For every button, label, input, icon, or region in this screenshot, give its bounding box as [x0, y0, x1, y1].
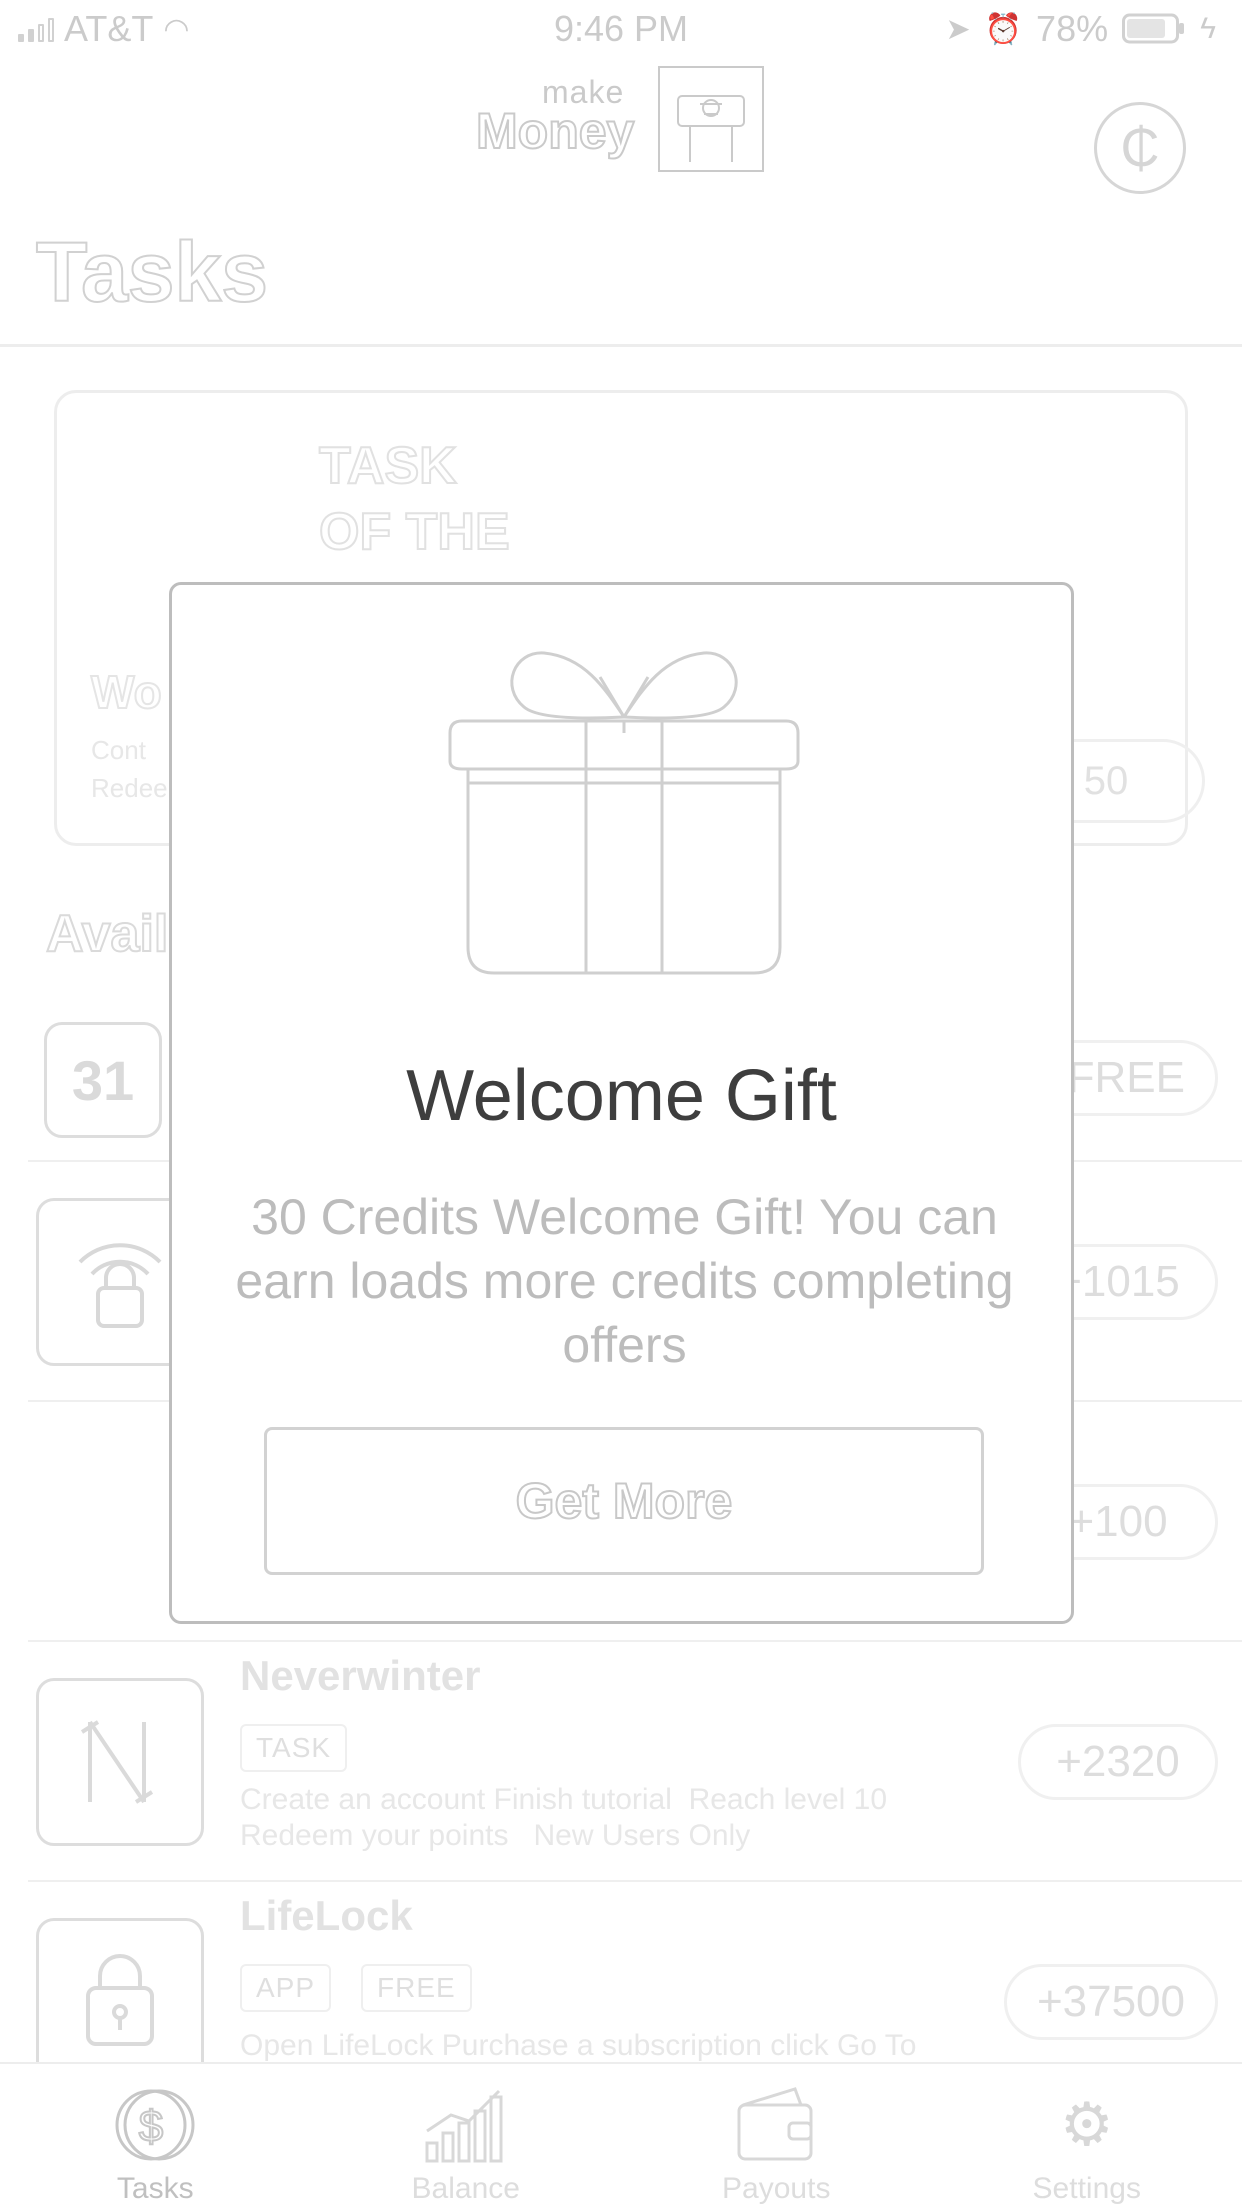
get-more-button[interactable]: Get More	[264, 1427, 984, 1575]
dialog-message: 30 Credits Welcome Gift! You can earn lo…	[235, 1189, 1014, 1373]
gift-icon	[434, 647, 814, 977]
welcome-gift-dialog: Welcome Gift 30 Credits Welcome Gift! Yo…	[169, 582, 1074, 1624]
dialog-title: Welcome Gift	[406, 1056, 837, 1136]
